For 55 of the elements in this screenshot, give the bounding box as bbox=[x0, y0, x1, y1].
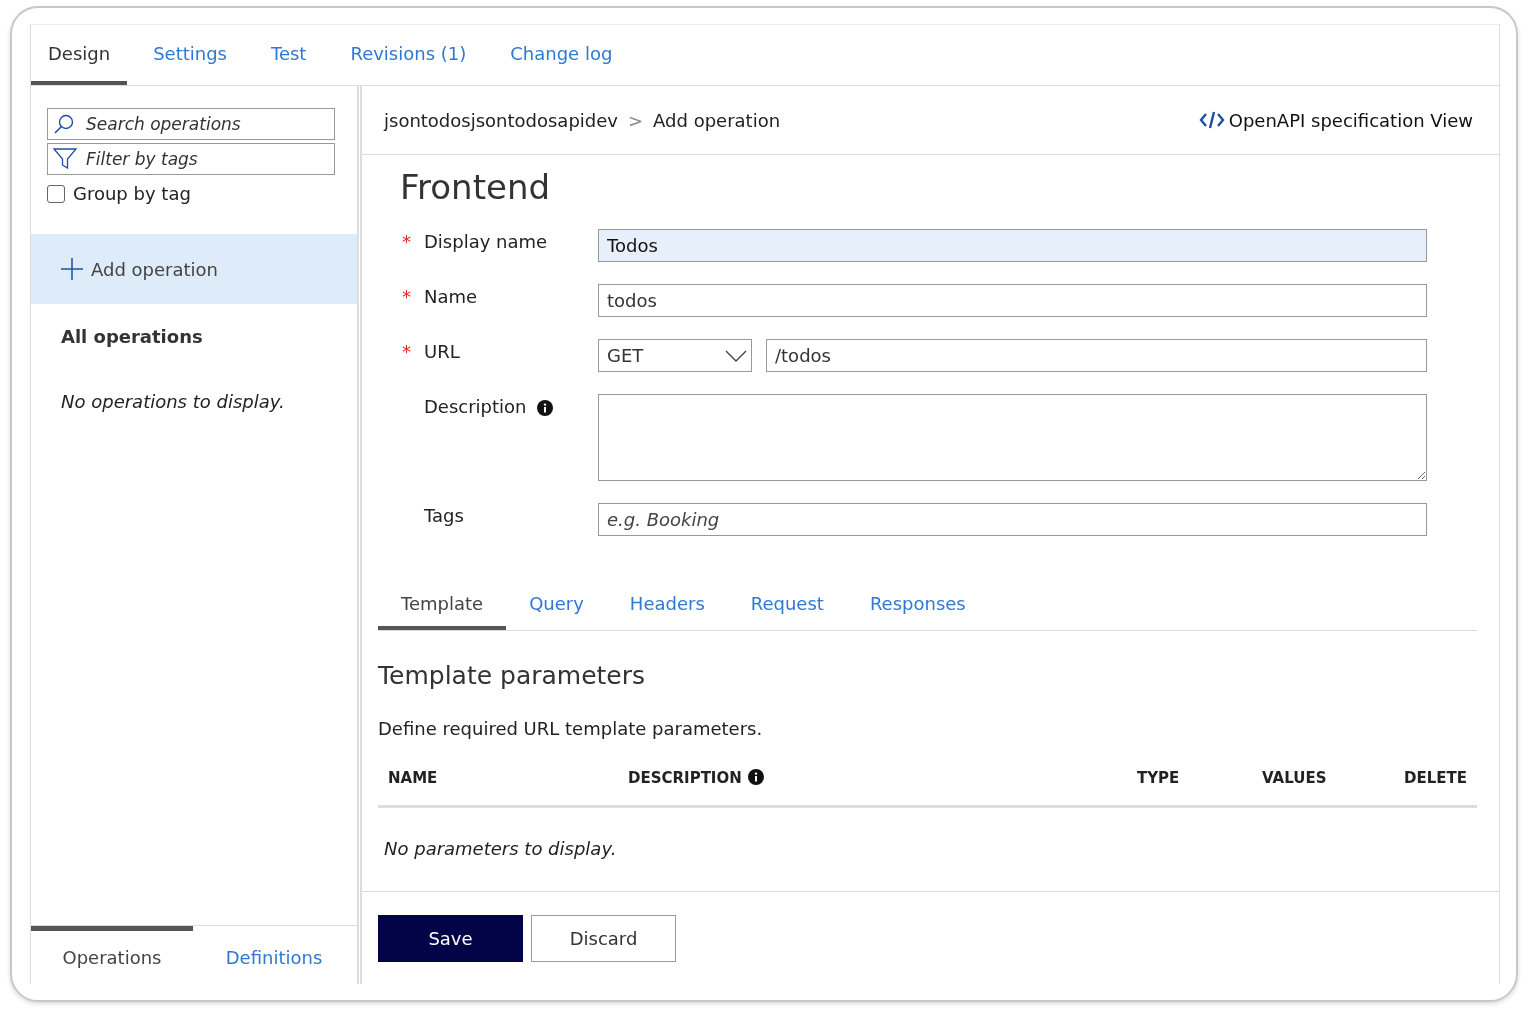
tab[interactable]: Settings bbox=[131, 25, 249, 85]
method-dropdown[interactable]: GET bbox=[598, 339, 752, 372]
plus-icon bbox=[61, 258, 83, 280]
tab[interactable]: Revisions (1) bbox=[328, 25, 489, 85]
tab[interactable]: Definitions bbox=[193, 926, 355, 984]
search-field[interactable]: Search operations bbox=[47, 108, 335, 140]
discard-button[interactable]: Discard bbox=[531, 914, 676, 962]
tab[interactable]: Design bbox=[31, 25, 128, 85]
field-label: URL bbox=[424, 341, 460, 362]
breadcrumb-separator: > bbox=[628, 109, 644, 131]
column-header: VALUES bbox=[1262, 769, 1327, 787]
required-marker: * bbox=[402, 341, 411, 362]
chevron-down-icon bbox=[725, 349, 747, 362]
checkbox-label: Group by tag bbox=[73, 183, 191, 204]
column-header: DELETE bbox=[1404, 769, 1467, 787]
tab[interactable]: Operations bbox=[31, 926, 193, 984]
tab[interactable]: Change log bbox=[488, 25, 635, 85]
section-description: Define required URL template parameters. bbox=[378, 718, 764, 739]
info-icon bbox=[536, 400, 553, 416]
field-label: Name bbox=[424, 286, 478, 307]
required-marker: * bbox=[402, 286, 411, 307]
section-heading: All operations bbox=[61, 326, 204, 347]
openapi-spec-link[interactable]: OpenAPI specification View bbox=[1198, 109, 1473, 131]
breadcrumb-item[interactable]: jsontodosjsontodosapidev bbox=[384, 109, 618, 131]
checkbox[interactable] bbox=[47, 184, 65, 203]
column-header: DESCRIPTION bbox=[628, 769, 742, 787]
tab[interactable]: Query bbox=[506, 580, 607, 630]
field-label: Description bbox=[424, 396, 527, 417]
filter-icon bbox=[53, 148, 77, 170]
save-button[interactable]: Save bbox=[378, 914, 523, 962]
empty-message: No operations to display. bbox=[61, 391, 286, 412]
text-field[interactable]: todos bbox=[598, 284, 1427, 317]
empty-message: No parameters to display. bbox=[384, 838, 618, 859]
required-marker: * bbox=[402, 231, 411, 252]
form-title: Frontend bbox=[400, 167, 552, 207]
section-title: Template parameters bbox=[378, 661, 647, 690]
field-label: Tags bbox=[424, 505, 464, 526]
code-icon bbox=[1198, 110, 1225, 130]
text-field[interactable]: Todos bbox=[598, 229, 1427, 262]
search-icon bbox=[53, 113, 75, 135]
tab[interactable]: Request bbox=[727, 580, 847, 630]
url-field[interactable]: /todos bbox=[766, 339, 1427, 372]
tab[interactable]: Headers bbox=[606, 580, 728, 630]
text-field[interactable]: e.g. Booking bbox=[598, 503, 1427, 536]
breadcrumb-item[interactable]: Add operation bbox=[653, 109, 781, 131]
add-operation-item[interactable]: Add operation bbox=[31, 234, 357, 304]
filter-field[interactable]: Filter by tags bbox=[47, 143, 335, 175]
field-label: Display name bbox=[424, 231, 548, 252]
tab[interactable]: Responses bbox=[846, 580, 989, 630]
info-icon bbox=[747, 769, 764, 785]
tab[interactable]: Test bbox=[249, 25, 329, 85]
description-field[interactable] bbox=[598, 394, 1427, 481]
column-header: TYPE bbox=[1137, 769, 1180, 787]
column-header: NAME bbox=[388, 769, 438, 787]
tab[interactable]: Template bbox=[378, 580, 507, 630]
